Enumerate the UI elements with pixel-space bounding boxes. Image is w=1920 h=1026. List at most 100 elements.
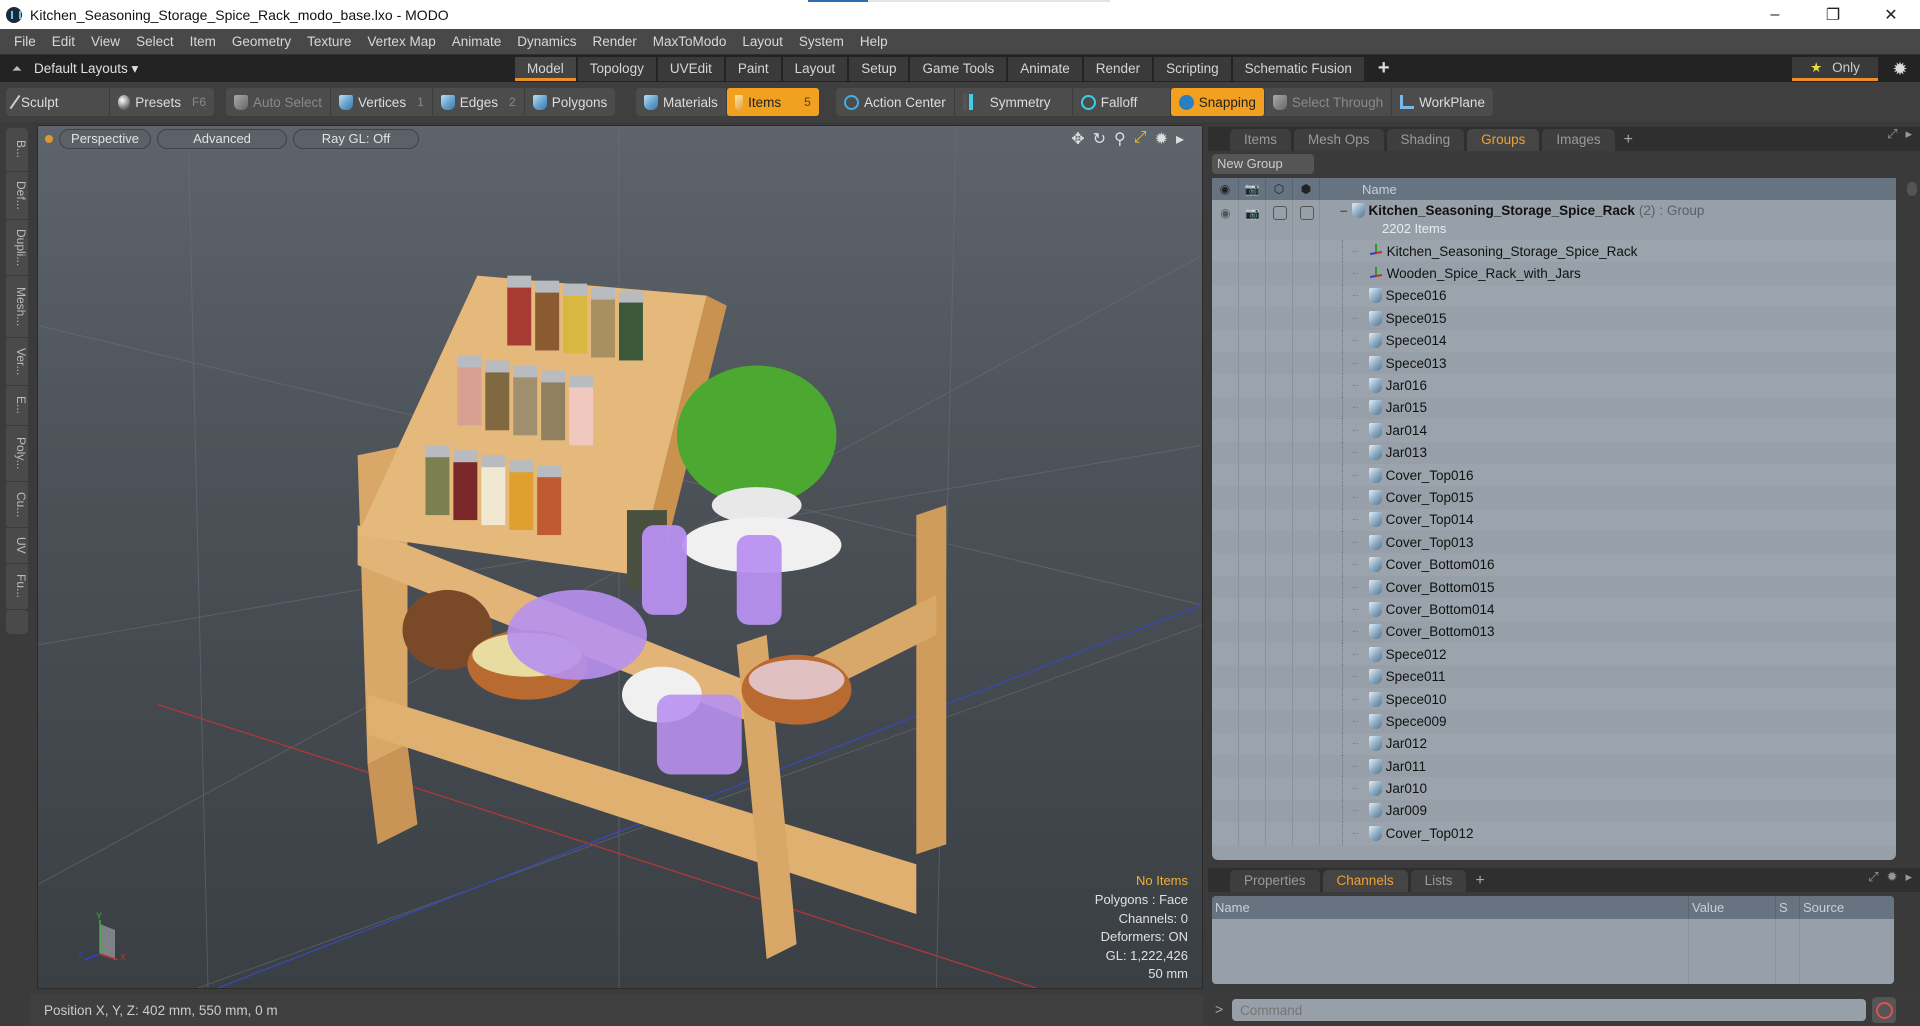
tab-groups[interactable]: Groups	[1467, 129, 1540, 151]
auto-select-button[interactable]: Auto Select	[226, 88, 332, 116]
tool-tab-5[interactable]: E...	[6, 386, 28, 426]
layout-tab-topology[interactable]: Topology	[577, 57, 656, 81]
viewport-settings-icon[interactable]: ✹	[1155, 129, 1168, 149]
group-item-row[interactable]: ·· Spece012	[1212, 643, 1896, 666]
select-through-button[interactable]: Select Through	[1265, 88, 1393, 116]
channel-name-column[interactable]: Name	[1212, 896, 1689, 919]
menu-edit[interactable]: Edit	[44, 34, 83, 49]
expand-arrow-icon[interactable]: ▸	[1176, 129, 1184, 149]
group-item-row[interactable]: ·· Jar013	[1212, 441, 1896, 464]
workplane-button[interactable]: WorkPlane	[1392, 88, 1493, 116]
tool-tab-0[interactable]: B...	[6, 128, 28, 172]
gear-icon[interactable]: ✹	[1888, 57, 1912, 81]
menu-dynamics[interactable]: Dynamics	[509, 34, 584, 49]
channel-s-column[interactable]: S	[1776, 896, 1800, 919]
maximize-viewport-icon[interactable]: ⤢	[1134, 129, 1147, 149]
select-checkbox[interactable]	[1293, 206, 1320, 220]
group-root-row[interactable]: ◉ 📷 – Kitchen_Seasoning_Storage_Spice_Ra…	[1212, 200, 1896, 240]
polygons-button[interactable]: Polygons	[525, 88, 616, 116]
expand-panel-icon[interactable]: ⤢	[1887, 126, 1897, 142]
action-center-button[interactable]: Action Center	[836, 88, 955, 116]
sculpt-button[interactable]: Sculpt	[6, 88, 110, 116]
tool-tab-extra-button[interactable]	[6, 610, 28, 634]
tab-shading[interactable]: Shading	[1386, 129, 1465, 151]
menu-vertex-map[interactable]: Vertex Map	[359, 34, 443, 49]
group-item-row[interactable]: ·· Jar009	[1212, 799, 1896, 823]
panel-arrow-icon[interactable]: ▸	[1905, 126, 1912, 142]
only-toggle[interactable]: ★ Only	[1792, 57, 1878, 81]
tool-tab-9[interactable]: Fu...	[6, 564, 28, 610]
render-camera-icon[interactable]: 📷	[1239, 206, 1266, 220]
menu-animate[interactable]: Animate	[444, 34, 510, 49]
panel-arrow-icon[interactable]: ▸	[1905, 869, 1912, 885]
visibility-eye-icon[interactable]: ◉	[1212, 206, 1239, 220]
tool-tab-6[interactable]: Poly...	[6, 426, 28, 482]
minimize-button[interactable]: –	[1746, 0, 1804, 29]
group-item-row[interactable]: ·· Jar016	[1212, 374, 1896, 397]
menu-view[interactable]: View	[83, 34, 128, 49]
group-item-row[interactable]: ·· Spece015	[1212, 307, 1896, 330]
3d-viewport[interactable]: Perspective Advanced Ray GL: Off ✥ ↻ ⚲ ⤢…	[37, 125, 1203, 989]
group-item-row[interactable]: ·· Cover_Top016	[1212, 463, 1896, 487]
layout-tab-animate[interactable]: Animate	[1008, 57, 1082, 81]
vertices-button[interactable]: Vertices 1	[331, 88, 433, 116]
items-button[interactable]: Items 5	[726, 88, 819, 116]
group-item-row[interactable]: ·· Jar014	[1212, 419, 1896, 442]
channel-source-column[interactable]: Source	[1800, 896, 1894, 919]
group-item-row[interactable]: ·· Wooden_Spice_Rack_with_Jars	[1212, 262, 1896, 285]
menu-render[interactable]: Render	[585, 34, 645, 49]
command-input[interactable]	[1232, 999, 1866, 1021]
layout-tab-layout[interactable]: Layout	[782, 57, 848, 81]
tab-mesh-ops[interactable]: Mesh Ops	[1294, 129, 1384, 151]
materials-button[interactable]: Materials	[636, 88, 727, 116]
select-column-icon[interactable]: ⬢	[1293, 178, 1320, 200]
group-item-row[interactable]: ·· Jar011	[1212, 754, 1896, 778]
group-item-row[interactable]: ·· Jar012	[1212, 732, 1896, 755]
group-item-row[interactable]: ·· Cover_Top012	[1212, 822, 1896, 845]
layout-tab-model[interactable]: Model	[515, 57, 576, 81]
presets-button[interactable]: Presets F6	[110, 88, 214, 116]
group-item-row[interactable]: ·· Cover_Bottom013	[1212, 620, 1896, 644]
tool-tab-3[interactable]: Mesh...	[6, 276, 28, 338]
menu-geometry[interactable]: Geometry	[224, 34, 299, 49]
layout-tab-paint[interactable]: Paint	[725, 57, 781, 81]
layout-tab-scripting[interactable]: Scripting	[1154, 57, 1231, 81]
tab-images[interactable]: Images	[1542, 129, 1615, 151]
layout-tab-schematic-fusion[interactable]: Schematic Fusion	[1232, 57, 1364, 81]
tool-tab-8[interactable]: UV	[6, 528, 28, 564]
collapse-up-icon[interactable]: ⏶	[0, 61, 34, 77]
group-item-row[interactable]: ·· Spece014	[1212, 329, 1896, 352]
group-item-row[interactable]: ·· Spece013	[1212, 351, 1896, 375]
group-item-row[interactable]: ·· Cover_Bottom015	[1212, 575, 1896, 599]
groups-scrollbar[interactable]	[1904, 178, 1920, 860]
pan-icon[interactable]: ✥	[1071, 129, 1084, 149]
viewport-menu-dot-icon[interactable]	[45, 135, 53, 143]
record-macro-button[interactable]	[1872, 997, 1896, 1023]
group-item-row[interactable]: ·· Cover_Top013	[1212, 531, 1896, 554]
layout-tab-render[interactable]: Render	[1083, 57, 1153, 81]
group-item-row[interactable]: ·· Cover_Top015	[1212, 486, 1896, 509]
group-item-row[interactable]: ·· Spece016	[1212, 284, 1896, 308]
symmetry-button[interactable]: Symmetry	[955, 88, 1073, 116]
view-type-button[interactable]: Perspective	[59, 129, 151, 149]
menu-file[interactable]: File	[6, 34, 44, 49]
tab-lists[interactable]: Lists	[1410, 870, 1467, 892]
panel-gear-icon[interactable]: ✹	[1887, 869, 1898, 885]
menu-item[interactable]: Item	[182, 34, 224, 49]
zoom-icon[interactable]: ⚲	[1114, 129, 1126, 149]
tool-tab-4[interactable]: Ver...	[6, 338, 28, 386]
new-group-button[interactable]: New Group	[1212, 154, 1314, 174]
default-layouts-dropdown[interactable]: Default Layouts ▾	[34, 61, 514, 77]
menu-select[interactable]: Select	[128, 34, 182, 49]
render-column-icon[interactable]: 📷	[1239, 178, 1266, 200]
tool-tab-7[interactable]: Cu...	[6, 482, 28, 528]
layout-tab-game-tools[interactable]: Game Tools	[910, 57, 1007, 81]
tab-items[interactable]: Items	[1230, 129, 1292, 151]
collapse-toggle-icon[interactable]: –	[1340, 203, 1348, 218]
menu-layout[interactable]: Layout	[734, 34, 791, 49]
menu-maxtomodo[interactable]: MaxToModo	[645, 34, 735, 49]
rotate-icon[interactable]: ↻	[1093, 129, 1106, 149]
edges-button[interactable]: Edges 2	[433, 88, 525, 116]
group-item-row[interactable]: ·· Kitchen_Seasoning_Storage_Spice_Rack	[1212, 240, 1896, 263]
group-item-row[interactable]: ·· Spece010	[1212, 687, 1896, 711]
